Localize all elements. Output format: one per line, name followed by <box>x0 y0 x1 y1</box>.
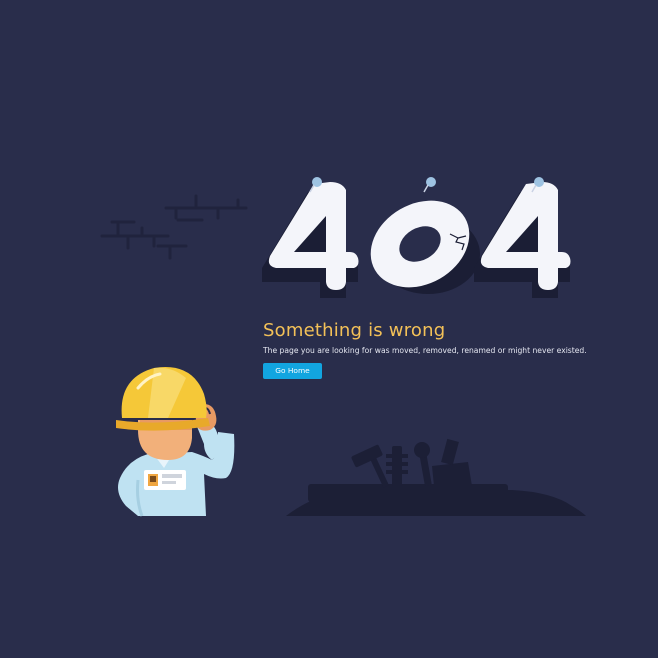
error-message-block: Something is wrong The page you are look… <box>263 320 643 379</box>
worker-illustration <box>116 367 235 517</box>
id-badge-icon <box>144 470 186 490</box>
error-description: The page you are looking for was moved, … <box>263 346 587 355</box>
error-code: 4 0 4 <box>250 170 590 310</box>
error-headline: Something is wrong <box>263 320 446 341</box>
go-home-button[interactable]: Go Home <box>263 363 322 379</box>
error-page: 4 0 4 Something is wrong The page you ar… <box>0 0 658 658</box>
brick-crack-icon <box>100 194 248 260</box>
tools-silhouette-icon <box>286 438 586 516</box>
